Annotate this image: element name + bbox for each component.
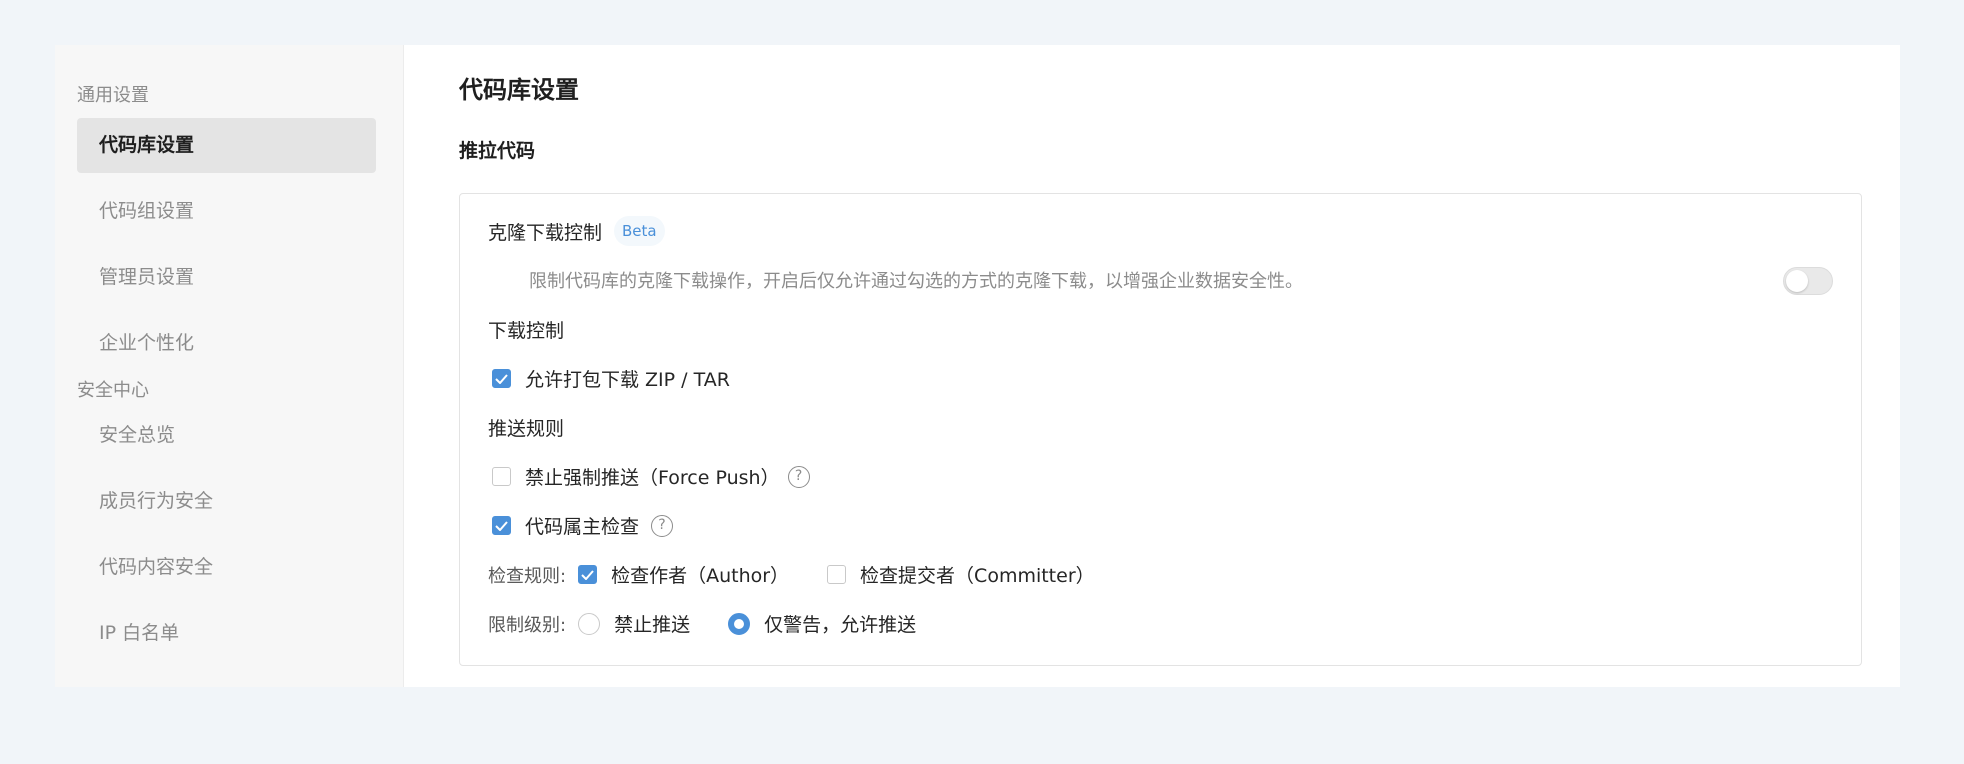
check-committer-checkbox[interactable] <box>827 565 847 584</box>
main-content: 代码库设置 推拉代码 克隆下载控制 Beta 限制代码库的克隆下载操作，开启后仅… <box>404 45 1900 687</box>
force-push-label: 禁止强制推送（Force Push） <box>525 467 780 489</box>
sidebar-item-member-security[interactable]: 成员行为安全 <box>77 474 376 529</box>
settings-window: 通用设置 代码库设置 代码组设置 管理员设置 企业个性化 安全中心 安全总览 成… <box>55 45 1900 687</box>
sidebar-item-personalization[interactable]: 企业个性化 <box>77 316 376 371</box>
check-author-label: 检查作者（Author） <box>611 565 790 587</box>
force-push-checkbox[interactable] <box>492 467 511 486</box>
clone-control-title: 克隆下载控制 <box>488 221 603 244</box>
clone-control-header: 克隆下载控制 Beta <box>488 216 665 246</box>
sidebar-group-general-title: 通用设置 <box>77 85 149 106</box>
forbid-push-option[interactable]: 禁止推送 <box>578 610 690 637</box>
help-icon[interactable]: ? <box>787 465 810 488</box>
sidebar-item-repo-settings[interactable]: 代码库设置 <box>77 118 376 173</box>
restriction-row: 限制级别: 禁止推送 仅警告，允许推送 <box>488 610 954 637</box>
allow-archive-label: 允许打包下载 ZIP / TAR <box>525 369 730 391</box>
push-rules-title: 推送规则 <box>488 418 565 440</box>
toggle-knob <box>1786 270 1808 292</box>
owner-check-label: 代码属主检查 <box>525 516 640 538</box>
owner-check-checkbox[interactable] <box>492 516 511 535</box>
sidebar-item-content-security[interactable]: 代码内容安全 <box>77 540 376 595</box>
push-pull-card: 克隆下载控制 Beta 限制代码库的克隆下载操作，开启后仅允许通过勾选的方式的克… <box>459 193 1862 666</box>
check-author-checkbox[interactable] <box>578 565 598 584</box>
beta-badge: Beta <box>614 216 665 246</box>
force-push-option[interactable]: 禁止强制推送（Force Push） ? <box>492 463 810 490</box>
warn-push-label: 仅警告，允许推送 <box>764 614 917 636</box>
forbid-push-radio[interactable] <box>578 612 601 635</box>
download-control-title: 下载控制 <box>488 320 565 342</box>
sidebar: 通用设置 代码库设置 代码组设置 管理员设置 企业个性化 安全中心 安全总览 成… <box>55 45 404 687</box>
warn-push-radio[interactable] <box>728 612 751 635</box>
check-committer-option[interactable]: 检查提交者（Committer） <box>827 561 1095 588</box>
sidebar-item-group-settings[interactable]: 代码组设置 <box>77 184 376 239</box>
section-title: 推拉代码 <box>459 140 536 162</box>
check-committer-label: 检查提交者（Committer） <box>860 565 1095 587</box>
check-rules-row: 检查规则: 检查作者（Author） 检查提交者（Committer） <box>488 561 1133 588</box>
forbid-push-label: 禁止推送 <box>614 614 691 636</box>
page-title: 代码库设置 <box>459 76 579 104</box>
sidebar-item-admin-settings[interactable]: 管理员设置 <box>77 250 376 305</box>
sidebar-item-security-overview[interactable]: 安全总览 <box>77 408 376 463</box>
restriction-label: 限制级别: <box>488 614 567 636</box>
check-rules-label: 检查规则: <box>488 565 567 587</box>
clone-control-toggle[interactable] <box>1783 267 1833 295</box>
allow-archive-option[interactable]: 允许打包下载 ZIP / TAR <box>492 365 730 392</box>
sidebar-group-security-title: 安全中心 <box>77 380 149 401</box>
check-author-option[interactable]: 检查作者（Author） <box>578 561 789 588</box>
help-icon[interactable]: ? <box>651 514 674 537</box>
allow-archive-checkbox[interactable] <box>492 369 511 388</box>
clone-control-description: 限制代码库的克隆下载操作，开启后仅允许通过勾选的方式的克隆下载，以增强企业数据安… <box>529 271 1303 292</box>
owner-check-option[interactable]: 代码属主检查 ? <box>492 512 674 539</box>
warn-push-option[interactable]: 仅警告，允许推送 <box>728 610 916 637</box>
sidebar-item-ip-whitelist[interactable]: IP 白名单 <box>77 606 376 661</box>
